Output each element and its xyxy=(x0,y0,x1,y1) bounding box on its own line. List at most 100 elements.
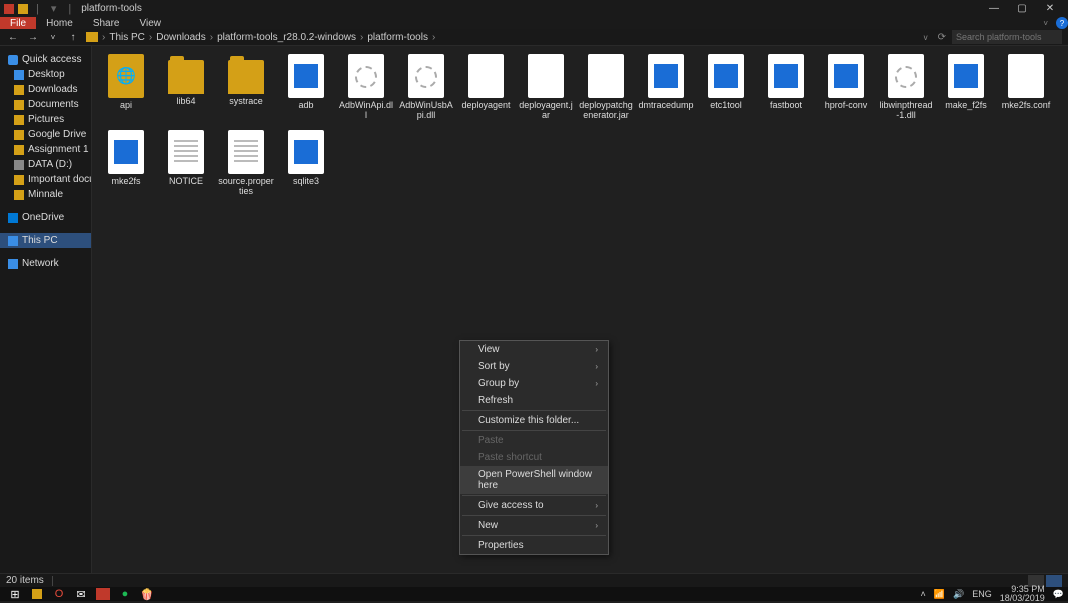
context-menu-item[interactable]: Properties xyxy=(460,537,608,554)
exe-blue-icon xyxy=(948,54,984,98)
sidebar-this-pc[interactable]: This PC xyxy=(0,233,91,248)
forward-button[interactable]: → xyxy=(26,32,40,43)
breadcrumb-seg-current[interactable]: platform-tools xyxy=(367,32,428,43)
back-button[interactable]: ← xyxy=(6,32,20,43)
start-button[interactable]: ⊞ xyxy=(4,587,26,601)
file-item[interactable]: hprof-conv xyxy=(816,54,876,126)
file-item[interactable]: NOTICE xyxy=(156,130,216,202)
taskbar-explorer[interactable] xyxy=(26,587,48,601)
file-item[interactable]: make_f2fs xyxy=(936,54,996,126)
tb-separator: | xyxy=(36,3,39,15)
file-item[interactable]: deploypatchgenerator.jar xyxy=(576,54,636,126)
dll-icon xyxy=(888,54,924,98)
maximize-button[interactable]: ▢ xyxy=(1008,0,1036,17)
taskbar-popcorn[interactable]: 🍿 xyxy=(136,587,158,601)
breadcrumb-seg-ptwin[interactable]: platform-tools_r28.0.2-windows xyxy=(217,32,356,43)
file-item[interactable]: sqlite3 xyxy=(276,130,336,202)
file-item[interactable]: adb xyxy=(276,54,336,126)
context-menu-item[interactable]: Sort by› xyxy=(460,358,608,375)
file-label: lib64 xyxy=(176,97,195,107)
file-label: mke2fs.conf xyxy=(1002,101,1051,111)
taskbar-app-red[interactable] xyxy=(96,588,110,600)
tray-up-icon[interactable]: ˄ xyxy=(921,589,926,599)
status-separator xyxy=(52,576,53,586)
sidebar-item[interactable]: Desktop xyxy=(0,67,91,82)
star-icon xyxy=(8,55,18,65)
tray-wifi-icon[interactable]: 📶 xyxy=(934,589,945,600)
context-menu-item-label: Paste xyxy=(478,435,504,446)
sidebar-item[interactable]: Downloads xyxy=(0,82,91,97)
sidebar-item-label: Documents xyxy=(28,99,79,110)
file-item[interactable]: deployagent.jar xyxy=(516,54,576,126)
sidebar-item-label: This PC xyxy=(22,235,58,246)
help-icon[interactable]: ? xyxy=(1056,17,1068,29)
taskbar-spotify[interactable]: ● xyxy=(114,587,136,601)
close-button[interactable]: ✕ xyxy=(1036,0,1064,17)
folder-icon xyxy=(168,60,204,94)
file-item[interactable]: api xyxy=(96,54,156,126)
folder-icon xyxy=(32,589,42,599)
tray-sound-icon[interactable]: 🔊 xyxy=(953,589,964,600)
breadcrumb-seg-this-pc[interactable]: This PC xyxy=(109,32,145,43)
file-item[interactable]: AdbWinUsbApi.dll xyxy=(396,54,456,126)
file-item[interactable]: systrace xyxy=(216,54,276,126)
breadcrumb-seg-downloads[interactable]: Downloads xyxy=(156,32,205,43)
context-menu-separator xyxy=(462,410,606,411)
search-input[interactable] xyxy=(952,30,1062,44)
sidebar-quick-access[interactable]: Quick access xyxy=(0,52,91,67)
sidebar-item[interactable]: DATA (D:) xyxy=(0,157,91,172)
file-item[interactable]: mke2fs xyxy=(96,130,156,202)
file-label: AdbWinUsbApi.dll xyxy=(398,101,454,121)
file-item[interactable]: lib64 xyxy=(156,54,216,126)
context-menu-item[interactable]: Refresh xyxy=(460,392,608,409)
breadcrumb-sep: › xyxy=(210,32,213,43)
taskbar-mail[interactable]: ✉ xyxy=(70,587,92,601)
refresh-button[interactable]: ⟳ xyxy=(938,32,946,43)
context-menu-item[interactable]: Give access to› xyxy=(460,497,608,514)
file-item[interactable]: etc1tool xyxy=(696,54,756,126)
tray-clock[interactable]: 9:35 PM 18/03/2019 xyxy=(1000,585,1045,603)
qat-dropdown-icon[interactable]: ▾ xyxy=(51,2,57,15)
folder-icon xyxy=(14,175,24,185)
file-item[interactable]: AdbWinApi.dll xyxy=(336,54,396,126)
sidebar: Quick access DesktopDownloads Documents Pi… xyxy=(0,46,92,573)
taskbar-opera[interactable]: O xyxy=(48,587,70,601)
file-item[interactable]: dmtracedump xyxy=(636,54,696,126)
context-menu-item[interactable]: Group by› xyxy=(460,375,608,392)
file-item[interactable]: libwinpthread-1.dll xyxy=(876,54,936,126)
context-menu-item[interactable]: View› xyxy=(460,341,608,358)
context-menu-item[interactable]: Customize this folder... xyxy=(460,412,608,429)
titlebar-left-icons: | ▾ | platform-tools xyxy=(4,2,142,15)
file-item[interactable]: deployagent xyxy=(456,54,516,126)
file-label: adb xyxy=(298,101,313,111)
tab-home[interactable]: Home xyxy=(36,18,83,29)
up-button[interactable]: ↑ xyxy=(66,32,80,43)
recent-dropdown-icon[interactable]: ˅ xyxy=(46,33,60,42)
tab-share[interactable]: Share xyxy=(83,18,130,29)
address-dropdown-icon[interactable]: v xyxy=(924,33,928,42)
ribbon-expand-icon[interactable]: ˅ xyxy=(1043,19,1048,28)
file-tab[interactable]: File xyxy=(0,17,36,29)
minimize-button[interactable]: — xyxy=(980,0,1008,17)
sidebar-item[interactable]: Minnale xyxy=(0,187,91,202)
breadcrumb[interactable]: › This PC › Downloads › platform-tools_r… xyxy=(86,32,918,43)
breadcrumb-sep: › xyxy=(432,32,435,43)
sidebar-item[interactable]: Assignment 1 xyxy=(0,142,91,157)
file-item[interactable]: mke2fs.conf xyxy=(996,54,1056,126)
blank-icon xyxy=(468,54,504,98)
tray-language[interactable]: ENG xyxy=(972,589,992,599)
tray-notifications-icon[interactable]: 💬 xyxy=(1053,589,1064,600)
sidebar-item[interactable]: Pictures xyxy=(0,112,91,127)
sidebar-item[interactable]: Important documen xyxy=(0,172,91,187)
sidebar-onedrive[interactable]: OneDrive xyxy=(0,210,91,225)
ribbon: File Home Share View ˅ ? xyxy=(0,17,1068,29)
file-item[interactable]: source.properties xyxy=(216,130,276,202)
context-menu-item[interactable]: Open PowerShell window here xyxy=(460,466,608,494)
sidebar-item[interactable]: Google Drive xyxy=(0,127,91,142)
sidebar-network[interactable]: Network xyxy=(0,256,91,271)
file-item[interactable]: fastboot xyxy=(756,54,816,126)
sidebar-item-label: OneDrive xyxy=(22,212,64,223)
tab-view[interactable]: View xyxy=(130,18,172,29)
sidebar-item[interactable]: Documents xyxy=(0,97,91,112)
context-menu-item[interactable]: New› xyxy=(460,517,608,534)
